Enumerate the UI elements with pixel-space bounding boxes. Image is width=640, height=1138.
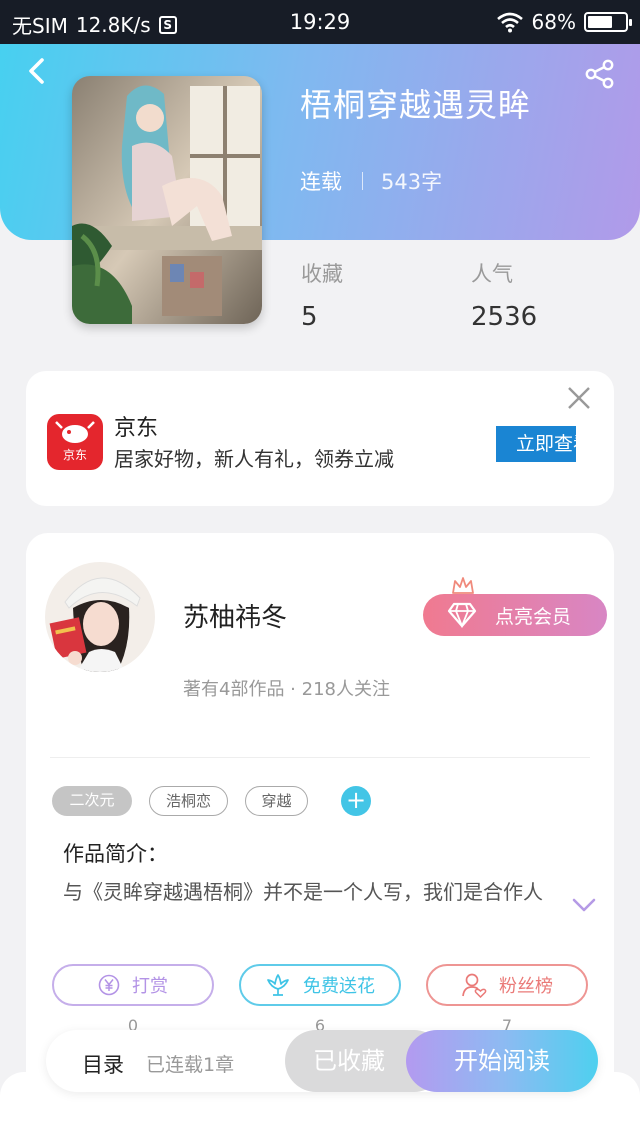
meta-divider [362, 172, 363, 190]
close-icon[interactable] [566, 385, 592, 411]
fan-ranking-button[interactable]: 粉丝榜 [426, 964, 588, 1006]
intro-label: 作品简介： [63, 842, 168, 866]
add-tag-icon[interactable]: + [341, 786, 371, 816]
start-reading-button[interactable]: 开始阅读 [406, 1030, 598, 1092]
stat-value: 2536 [471, 302, 538, 332]
book-cover-image[interactable] [72, 76, 262, 324]
jd-logo-text: 京东 [63, 448, 87, 462]
fan-ranking-icon [462, 973, 487, 998]
yen-coin-icon [98, 974, 120, 996]
send-flower-button[interactable]: 免费送花 [239, 964, 401, 1006]
tag-chip[interactable]: 二次元 [52, 786, 132, 816]
stat-label: 人气 [471, 262, 513, 286]
intro-text: 与《灵眸穿越遇梧桐》并不是一个人写，我们是合作人 [63, 880, 543, 904]
stat-label: 收藏 [301, 262, 343, 286]
section-divider [50, 757, 590, 758]
chevron-down-icon[interactable] [572, 896, 596, 914]
battery-percent: 68% [531, 10, 576, 34]
battery-level [588, 16, 612, 28]
diamond-icon [447, 602, 477, 628]
author-name[interactable]: 苏柚祎冬 [183, 597, 287, 634]
ad-cta-button[interactable]: 立即查看 [496, 426, 576, 462]
jd-logo: 京东 [47, 414, 103, 470]
stat-popularity: 人气 2536 [471, 258, 537, 332]
stat-value: 5 [301, 302, 318, 332]
book-meta: 连载 543字 [300, 166, 442, 196]
stat-favorites: 收藏 5 [301, 258, 343, 332]
status-bar: 无SIM 12.8K/s S 19:29 68% [0, 0, 640, 44]
reward-button[interactable]: 打赏 [52, 964, 214, 1006]
tag-chip[interactable]: 浩桐恋 [149, 786, 228, 816]
chapter-count[interactable]: 已连载1章 [146, 1050, 234, 1077]
send-flower-label: 免费送花 [303, 976, 375, 997]
author-stats: 著有4部作品 · 218人关注 [183, 679, 390, 700]
vip-membership-button[interactable]: 点亮会员 [423, 594, 607, 636]
book-status: 连载 [300, 170, 342, 194]
ad-title: 京东 [114, 416, 159, 441]
table-of-contents-button[interactable]: 目录 [82, 1049, 124, 1079]
share-icon[interactable] [584, 58, 616, 90]
author-avatar[interactable] [45, 562, 155, 672]
ad-description: 居家好物，新人有礼，领券立减 [114, 447, 394, 471]
tag-chip[interactable]: 穿越 [245, 786, 308, 816]
battery-icon [584, 12, 632, 32]
flower-icon [267, 974, 289, 996]
book-title: 梧桐穿越遇灵眸 [300, 86, 532, 124]
reward-label: 打赏 [132, 976, 168, 997]
fan-ranking-label: 粉丝榜 [499, 976, 553, 997]
back-arrow-icon[interactable] [22, 56, 52, 86]
word-count: 543字 [381, 170, 443, 194]
wifi-icon [496, 12, 523, 33]
vip-button-label: 点亮会员 [495, 605, 572, 628]
